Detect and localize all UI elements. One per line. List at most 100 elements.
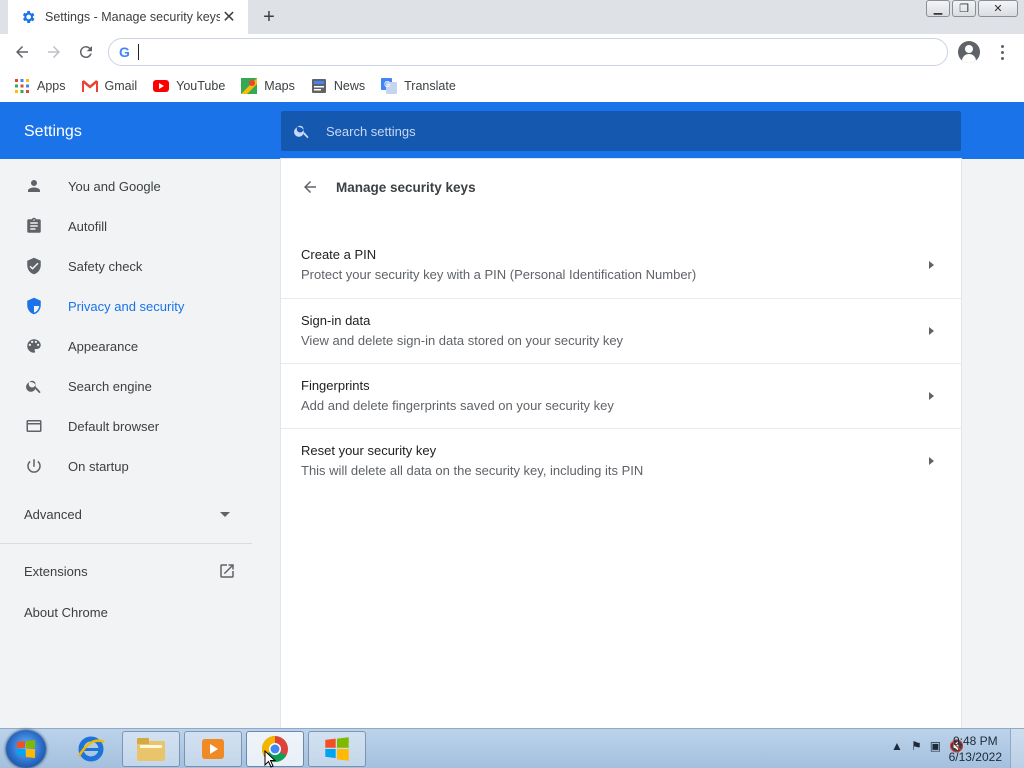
bookmark-label: Maps [264, 79, 295, 93]
network-icon[interactable]: ▣ [930, 739, 941, 753]
taskbar-internet-explorer[interactable] [62, 731, 120, 767]
reload-button[interactable] [72, 38, 100, 66]
sidebar-item-label: Privacy and security [68, 298, 185, 314]
mouse-cursor-icon [264, 750, 276, 768]
maps-icon [241, 78, 258, 94]
settings-header: Settings [0, 102, 1024, 159]
chrome-menu-icon[interactable] [992, 42, 1012, 62]
advanced-label: Advanced [24, 506, 82, 522]
settings-title: Settings [24, 123, 82, 140]
minimize-button[interactable]: ▁ [926, 0, 950, 17]
sidebar-item-privacy-and-security[interactable]: Privacy and security [0, 286, 256, 326]
sidebar-item-label: Appearance [68, 338, 139, 354]
about-chrome-label: About Chrome [24, 604, 108, 620]
row-fingerprints[interactable]: Fingerprints Add and delete fingerprints… [281, 363, 961, 428]
sidebar-item-autofill[interactable]: Autofill [0, 206, 256, 246]
bookmark-label: YouTube [176, 79, 226, 93]
apps-grid-icon [14, 78, 30, 94]
row-subtitle: View and delete sign-in data stored on y… [301, 333, 624, 348]
row-subtitle: Protect your security key with a PIN (Pe… [301, 267, 697, 282]
sidebar-item-label: Search engine [68, 378, 152, 394]
sidebar-item-label: Safety check [68, 258, 143, 274]
internet-explorer-icon [77, 736, 105, 762]
card-header: Manage security keys [281, 159, 961, 215]
extensions-label: Extensions [24, 563, 88, 579]
taskbar-windows-app[interactable] [308, 731, 366, 767]
sidebar-item-extensions[interactable]: Extensions [24, 557, 236, 585]
arrow-left-icon [16, 46, 28, 58]
bookmark-label: Apps [37, 79, 66, 93]
clock-time: 9:48 PM [952, 734, 998, 748]
back-arrow-button[interactable] [298, 175, 322, 199]
profile-avatar-icon[interactable] [958, 41, 980, 63]
browser-window-icon [24, 416, 44, 436]
manage-security-keys-card: Manage security keys Create a PIN Protec… [281, 159, 961, 728]
search-settings-input[interactable] [326, 123, 926, 139]
sidebar-item-default-browser[interactable]: Default browser [0, 406, 256, 446]
taskbar-clock[interactable]: 9:48 PM 6/13/2022 [949, 733, 1002, 765]
folder-icon [137, 738, 165, 761]
row-reset-security-key[interactable]: Reset your security key This will delete… [281, 428, 961, 493]
taskbar-media-player[interactable] [184, 731, 242, 767]
close-tab-icon[interactable]: ✕ [220, 8, 238, 26]
reload-icon [79, 46, 92, 59]
settings-sidebar: You and Google Autofill Safety check Pri… [0, 159, 280, 728]
bookmark-gmail[interactable]: Gmail [81, 78, 138, 94]
sidebar-item-about-chrome[interactable]: About Chrome [24, 599, 108, 625]
row-subtitle: This will delete all data on the securit… [301, 463, 644, 478]
bookmark-translate[interactable]: G Translate [381, 78, 456, 94]
arrow-right-icon [48, 46, 60, 58]
chevron-right-icon [929, 457, 934, 465]
tray-expand-icon[interactable]: ▲ [891, 739, 903, 753]
advanced-toggle[interactable]: Advanced [24, 499, 234, 529]
shield-icon [24, 296, 44, 316]
search-settings-box[interactable] [281, 111, 961, 151]
row-create-pin[interactable]: Create a PIN Protect your security key w… [281, 233, 961, 298]
taskbar-file-explorer[interactable] [122, 731, 180, 767]
start-button[interactable] [6, 730, 46, 768]
chevron-right-icon [929, 327, 934, 335]
palette-icon [24, 336, 44, 356]
translate-icon: G [381, 78, 398, 94]
gmail-icon [81, 78, 98, 94]
sidebar-item-appearance[interactable]: Appearance [0, 326, 256, 366]
new-tab-button[interactable]: + [258, 6, 280, 28]
clock-date: 6/13/2022 [948, 750, 1002, 764]
address-input[interactable] [137, 44, 947, 60]
row-subtitle: Add and delete fingerprints saved on you… [301, 398, 614, 413]
action-center-flag-icon[interactable]: ⚑ [911, 739, 922, 753]
row-title: Reset your security key [301, 443, 437, 458]
bookmarks-bar: Apps Gmail YouTube Maps News G Translate [0, 70, 1024, 102]
row-title: Sign-in data [301, 313, 371, 328]
back-button[interactable] [8, 38, 36, 66]
bookmark-maps[interactable]: Maps [241, 78, 295, 94]
address-bar[interactable]: G [108, 38, 948, 66]
search-icon [24, 376, 44, 396]
window-controls: ▁ ❐ ✕ [926, 0, 1018, 17]
bookmark-apps[interactable]: Apps [14, 78, 66, 94]
person-icon [24, 176, 44, 196]
restore-button[interactable]: ❐ [952, 0, 976, 17]
tab-settings[interactable]: Settings - Manage security keys ✕ [8, 0, 248, 34]
power-icon [24, 456, 44, 476]
close-window-button[interactable]: ✕ [978, 0, 1018, 17]
sidebar-item-on-startup[interactable]: On startup [0, 446, 256, 486]
forward-button[interactable] [40, 38, 68, 66]
bookmark-label: News [333, 79, 366, 93]
sidebar-item-you-and-google[interactable]: You and Google [0, 166, 256, 206]
bookmark-youtube[interactable]: YouTube [153, 78, 225, 94]
sidebar-item-search-engine[interactable]: Search engine [0, 366, 256, 406]
show-desktop-button[interactable] [1010, 729, 1024, 768]
svg-text:G: G [384, 80, 390, 89]
bookmark-label: Gmail [104, 79, 138, 93]
windows-logo-icon [17, 740, 35, 758]
bookmark-news[interactable]: News [311, 78, 365, 94]
open-external-icon [220, 564, 234, 578]
sidebar-divider [0, 543, 252, 544]
sidebar-item-label: Default browser [68, 418, 160, 434]
windows-taskbar: ▲ ⚑ ▣ 🔇 9:48 PM 6/13/2022 [0, 728, 1024, 768]
sidebar-item-label: You and Google [68, 178, 161, 194]
sidebar-item-safety-check[interactable]: Safety check [0, 246, 256, 286]
row-sign-in-data[interactable]: Sign-in data View and delete sign-in dat… [281, 298, 961, 363]
sidebar-item-label: On startup [68, 458, 129, 474]
